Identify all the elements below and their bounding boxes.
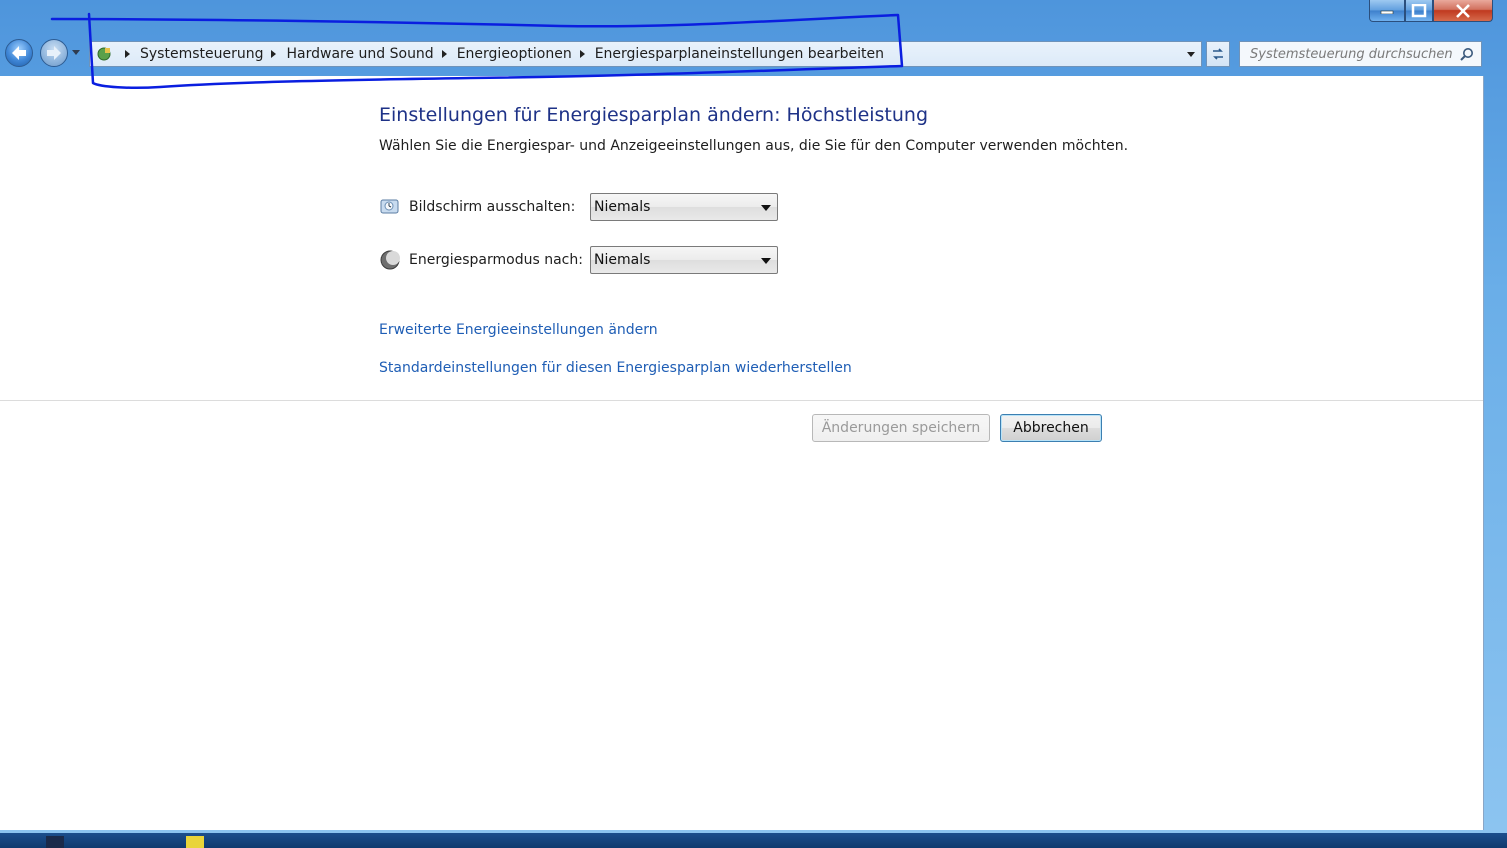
setting-label: Energiesparmodus nach: [409, 252, 583, 268]
breadcrumb-item-hardware-sound[interactable]: Hardware und Sound [286, 46, 433, 62]
breadcrumb-item-energieoptionen[interactable]: Energieoptionen [457, 46, 572, 62]
chevron-down-icon [761, 258, 771, 264]
select-value: Niemals [594, 252, 651, 268]
chevron-right-icon[interactable] [441, 50, 447, 58]
recent-pages-dropdown[interactable] [72, 50, 80, 55]
close-button[interactable] [1433, 0, 1493, 22]
search-input[interactable] [1248, 45, 1462, 63]
breadcrumb-item-current[interactable]: Energiesparplaneinstellungen bearbeiten [595, 46, 884, 62]
setting-row-display: Bildschirm ausschalten: Niemals [379, 193, 778, 221]
display-icon [379, 196, 401, 218]
back-button[interactable] [5, 39, 33, 67]
restore-defaults-link[interactable]: Standardeinstellungen für diesen Energie… [379, 360, 852, 376]
setting-label: Bildschirm ausschalten: [409, 199, 576, 215]
page-title: Einstellungen für Energiesparplan ändern… [379, 104, 929, 126]
advanced-settings-link[interactable]: Erweiterte Energieeinstellungen ändern [379, 322, 658, 338]
chevron-right-icon [125, 50, 130, 58]
forward-button[interactable] [40, 39, 68, 67]
maximize-button[interactable] [1405, 0, 1433, 22]
back-arrow-icon [12, 46, 26, 60]
sleep-after-select[interactable]: Niemals [590, 246, 778, 274]
chevron-down-icon [761, 205, 771, 211]
search-box[interactable] [1239, 41, 1482, 67]
window-controls [1369, 0, 1493, 22]
navigation-bar: Systemsteuerung Hardware und Sound Energ… [0, 36, 1507, 72]
taskbar-item[interactable] [46, 836, 64, 848]
minimize-icon [1380, 10, 1394, 14]
maximize-icon [1411, 3, 1427, 17]
content-pane: Einstellungen für Energiesparplan ändern… [0, 76, 1484, 830]
close-icon [1456, 3, 1470, 18]
save-changes-button[interactable]: Änderungen speichern [812, 414, 990, 442]
sleep-moon-icon [379, 249, 401, 271]
divider [0, 400, 1483, 401]
control-panel-icon [95, 45, 113, 63]
refresh-icon [1213, 48, 1223, 60]
page-subtitle: Wählen Sie die Energiespar- und Anzeigee… [379, 138, 1129, 154]
minimize-button[interactable] [1369, 0, 1405, 22]
setting-row-sleep: Energiesparmodus nach: Niemals [379, 246, 778, 274]
address-dropdown-icon[interactable] [1187, 52, 1195, 57]
forward-arrow-icon [47, 46, 61, 60]
chevron-right-icon[interactable] [579, 50, 585, 58]
taskbar [0, 833, 1507, 848]
breadcrumb-item-systemsteuerung[interactable]: Systemsteuerung [140, 46, 263, 62]
chevron-right-icon[interactable] [271, 50, 277, 58]
display-off-select[interactable]: Niemals [590, 193, 778, 221]
cancel-button[interactable]: Abbrechen [1000, 414, 1102, 442]
refresh-button[interactable] [1206, 41, 1230, 67]
select-value: Niemals [594, 199, 651, 215]
address-bar[interactable]: Systemsteuerung Hardware und Sound Energ… [89, 41, 1202, 67]
taskbar-item[interactable] [186, 836, 204, 848]
search-icon[interactable] [1459, 47, 1475, 63]
